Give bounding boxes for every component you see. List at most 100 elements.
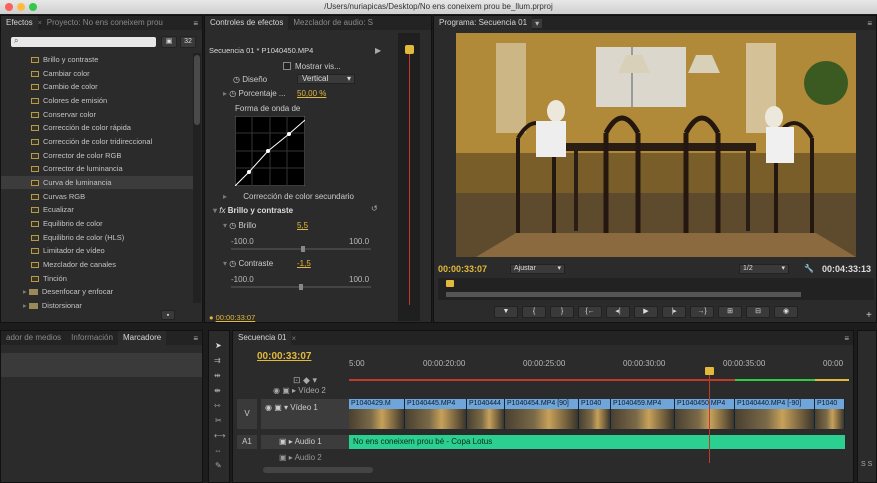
- clip[interactable]: P1040429.M: [349, 399, 405, 429]
- solo-buttons[interactable]: S S: [861, 461, 872, 468]
- play-button[interactable]: ▶: [634, 306, 658, 318]
- marker-button[interactable]: ▼: [494, 306, 518, 318]
- clip[interactable]: P1040445.MP4: [405, 399, 467, 429]
- ripple-edit-icon[interactable]: ⇹: [214, 371, 221, 380]
- step-forward-button[interactable]: |▸: [662, 306, 686, 318]
- list-item[interactable]: Corrector de luminancia: [31, 162, 123, 175]
- play-clip-icon[interactable]: ▶: [375, 46, 381, 55]
- list-item[interactable]: Equilibrio de color: [31, 217, 103, 230]
- ec-timecode[interactable]: ● 00:00:33:07: [209, 313, 255, 322]
- diseno-select[interactable]: Vertical ▾: [297, 74, 355, 84]
- program-scrubber[interactable]: [438, 278, 874, 300]
- tab-efectos[interactable]: Efectos: [1, 16, 38, 30]
- list-item[interactable]: Conservar color: [31, 108, 96, 121]
- new-bin-icon[interactable]: ▪: [161, 310, 175, 320]
- source-v-toggle[interactable]: V: [237, 399, 257, 429]
- panel-menu-icon[interactable]: ≡: [193, 19, 202, 28]
- track-select-icon[interactable]: ⇉: [214, 356, 221, 365]
- source-a1-toggle[interactable]: A1: [237, 435, 257, 449]
- track-header-a2[interactable]: ▣ ▸ Audio 2: [261, 453, 349, 463]
- rate-stretch-icon[interactable]: ⇿: [214, 401, 221, 410]
- clip[interactable]: P1040: [579, 399, 611, 429]
- clip[interactable]: P1040440.MP4 [-90]: [735, 399, 815, 429]
- mini-timeline[interactable]: [398, 33, 420, 321]
- list-item[interactable]: Curvas RGB: [31, 190, 85, 203]
- step-back-button[interactable]: ◂|: [606, 306, 630, 318]
- porcentaje-value[interactable]: 50,00 %: [297, 89, 326, 98]
- playhead-icon[interactable]: [405, 45, 414, 54]
- list-item[interactable]: Corrección de color tridireccional: [31, 135, 152, 148]
- panel-menu-icon[interactable]: ≡: [844, 334, 853, 343]
- track-header-v1[interactable]: ◉ ▣ ▾ Vídeo 1: [261, 399, 349, 429]
- list-item[interactable]: Mezclador de canales: [31, 258, 116, 271]
- clip[interactable]: P1040450.MP4: [675, 399, 735, 429]
- list-item[interactable]: Equilibrio de color (HLS): [31, 231, 124, 244]
- reset-icon[interactable]: ↺: [371, 204, 378, 213]
- playhead-icon[interactable]: [705, 367, 714, 375]
- filter-32-button[interactable]: 32: [180, 36, 196, 48]
- list-item[interactable]: Brillo y contraste: [31, 53, 98, 66]
- folder-item[interactable]: ▸ Distorsionar: [23, 299, 82, 312]
- fit-select[interactable]: Ajustar ▾: [510, 264, 565, 274]
- list-item[interactable]: Colores de emisión: [31, 94, 107, 107]
- timeline-playhead[interactable]: [709, 367, 710, 463]
- export-frame-button[interactable]: ◉: [774, 306, 798, 318]
- search-input[interactable]: ⌕: [11, 36, 156, 47]
- program-timecode[interactable]: 00:00:33:07: [438, 264, 487, 274]
- extract-button[interactable]: ⊟: [746, 306, 770, 318]
- zoom-window-button[interactable]: [29, 3, 37, 11]
- slide-icon[interactable]: ⇔: [214, 446, 222, 455]
- tab-informacion[interactable]: Información: [66, 331, 118, 345]
- clip[interactable]: P1040444: [467, 399, 505, 429]
- resolution-select[interactable]: 1/2 ▾: [739, 264, 789, 274]
- brillo-slider[interactable]: [231, 246, 371, 252]
- close-window-button[interactable]: [5, 3, 13, 11]
- brillo-value[interactable]: 5,5: [297, 221, 308, 230]
- panel-menu-icon[interactable]: ≡: [867, 19, 876, 28]
- list-item[interactable]: Ecualizar: [31, 203, 74, 216]
- slip-icon[interactable]: ⟷: [214, 431, 225, 440]
- contraste-value[interactable]: -1,5: [297, 259, 311, 268]
- wrench-icon[interactable]: 🔧: [804, 264, 814, 273]
- timeline-scrollbar[interactable]: [263, 467, 373, 473]
- list-item-selected[interactable]: Curva de luminancia: [1, 176, 193, 189]
- add-button-icon[interactable]: +: [866, 310, 872, 321]
- tab-navegador[interactable]: ador de medios: [1, 331, 66, 345]
- close-tab-icon[interactable]: ×: [291, 334, 296, 343]
- effects-scrollbar[interactable]: [193, 53, 201, 303]
- tab-secuencia[interactable]: Secuencia 01: [233, 331, 292, 345]
- luminance-curve[interactable]: [235, 116, 305, 186]
- selection-tool-icon[interactable]: ➤: [215, 341, 222, 350]
- panel-menu-icon[interactable]: ≡: [193, 334, 202, 343]
- track-header-v2[interactable]: ◉ ▣ ▸ Vídeo 2: [265, 386, 349, 396]
- track-header-a1[interactable]: ▣ ▸ Audio 1: [261, 435, 349, 449]
- go-to-in-button[interactable]: {←: [578, 306, 602, 318]
- pen-icon[interactable]: ✎: [215, 461, 222, 470]
- list-item[interactable]: Limitador de vídeo: [31, 244, 105, 257]
- rolling-edit-icon[interactable]: ⇼: [214, 386, 221, 395]
- clip[interactable]: P1040: [815, 399, 845, 429]
- timeline-timecode[interactable]: 00:00:33:07: [257, 351, 311, 362]
- minimize-window-button[interactable]: [17, 3, 25, 11]
- fx-icon[interactable]: fx: [219, 206, 227, 215]
- stopwatch-icon[interactable]: ◷: [233, 75, 242, 84]
- bc-section[interactable]: ▾ fx Brillo y contraste: [213, 206, 293, 215]
- tab-controles[interactable]: Controles de efectos: [205, 16, 289, 30]
- razor-icon[interactable]: ✂: [215, 416, 222, 425]
- mark-in-button[interactable]: {: [522, 306, 546, 318]
- list-item[interactable]: Cambiar color: [31, 67, 90, 80]
- list-item[interactable]: Tinción: [31, 272, 67, 285]
- go-to-out-button[interactable]: →}: [690, 306, 714, 318]
- chevron-down-icon[interactable]: ▾: [532, 18, 543, 28]
- audio-clip[interactable]: No ens coneixem prou bé - Copa Lotus: [349, 435, 845, 449]
- tab-marcadores[interactable]: Marcadore: [117, 331, 167, 345]
- lift-button[interactable]: ⊞: [718, 306, 742, 318]
- folder-item[interactable]: ▸ Desenfocar y enfocar: [23, 285, 113, 298]
- tab-programa[interactable]: Programa: Secuencia 01: [434, 16, 533, 30]
- list-item[interactable]: Corrección de color rápida: [31, 121, 131, 134]
- new-bin-button[interactable]: ▣: [161, 36, 177, 48]
- tab-proyecto[interactable]: Proyecto: No ens coneixem prou: [42, 16, 168, 30]
- secundario-row[interactable]: ▸ Corrección de color secundario: [223, 192, 354, 201]
- contraste-slider[interactable]: [231, 284, 371, 290]
- tab-mezclador[interactable]: Mezclador de audio: S: [288, 16, 378, 30]
